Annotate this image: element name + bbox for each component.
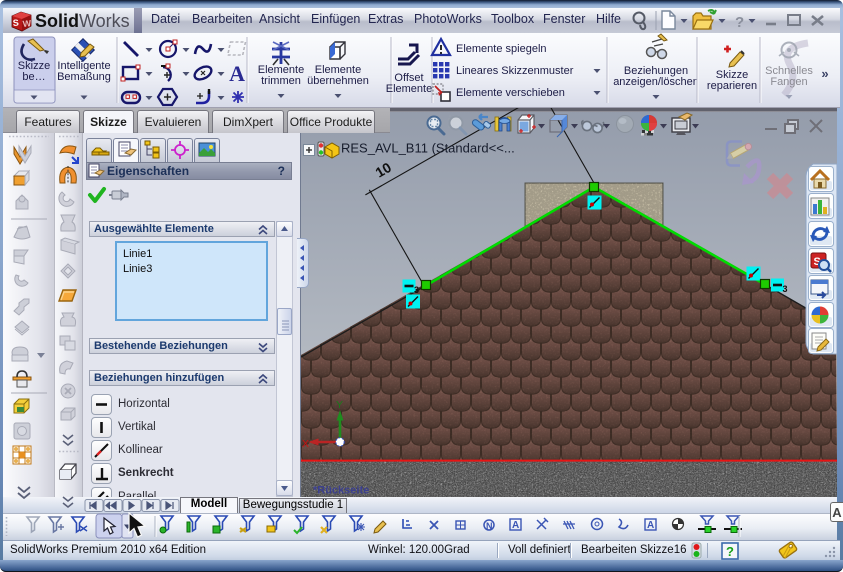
svg-text:?: ? — [726, 544, 734, 559]
svg-text:W: W — [22, 18, 32, 29]
svg-text:reparieren: reparieren — [707, 80, 757, 92]
svg-text:anzeigen/löschen: anzeigen/löschen — [613, 76, 699, 88]
svg-text:Y: Y — [336, 399, 343, 411]
svg-text:Elemente: Elemente — [386, 83, 432, 95]
svg-text:RES_AVL_B11 (Standard<<...: RES_AVL_B11 (Standard<<... — [341, 141, 515, 156]
svg-text:A: A — [647, 520, 654, 531]
svg-text:Lineares Skizzenmuster: Lineares Skizzenmuster — [456, 65, 574, 77]
svg-text:X: X — [302, 438, 309, 450]
svg-text:3: 3 — [783, 284, 788, 294]
svg-text:A: A — [229, 61, 245, 86]
svg-text:N: N — [486, 521, 493, 531]
svg-text:trimmen: trimmen — [261, 75, 301, 87]
svg-text:Fangen: Fangen — [770, 76, 807, 88]
svg-text:S: S — [12, 18, 19, 28]
svg-text:Bemaßung: Bemaßung — [57, 71, 111, 83]
svg-text:Elemente spiegeln: Elemente spiegeln — [456, 43, 547, 55]
svg-text:Elemente verschieben: Elemente verschieben — [456, 87, 565, 99]
svg-text:A: A — [512, 520, 519, 531]
svg-text:*Rückseite: *Rückseite — [313, 485, 369, 497]
svg-text:be…: be… — [22, 71, 45, 83]
svg-text:?: ? — [735, 14, 744, 31]
svg-text:»: » — [821, 66, 828, 81]
svg-text:übernehmen: übernehmen — [307, 75, 369, 87]
svg-text:3: 3 — [414, 285, 419, 295]
